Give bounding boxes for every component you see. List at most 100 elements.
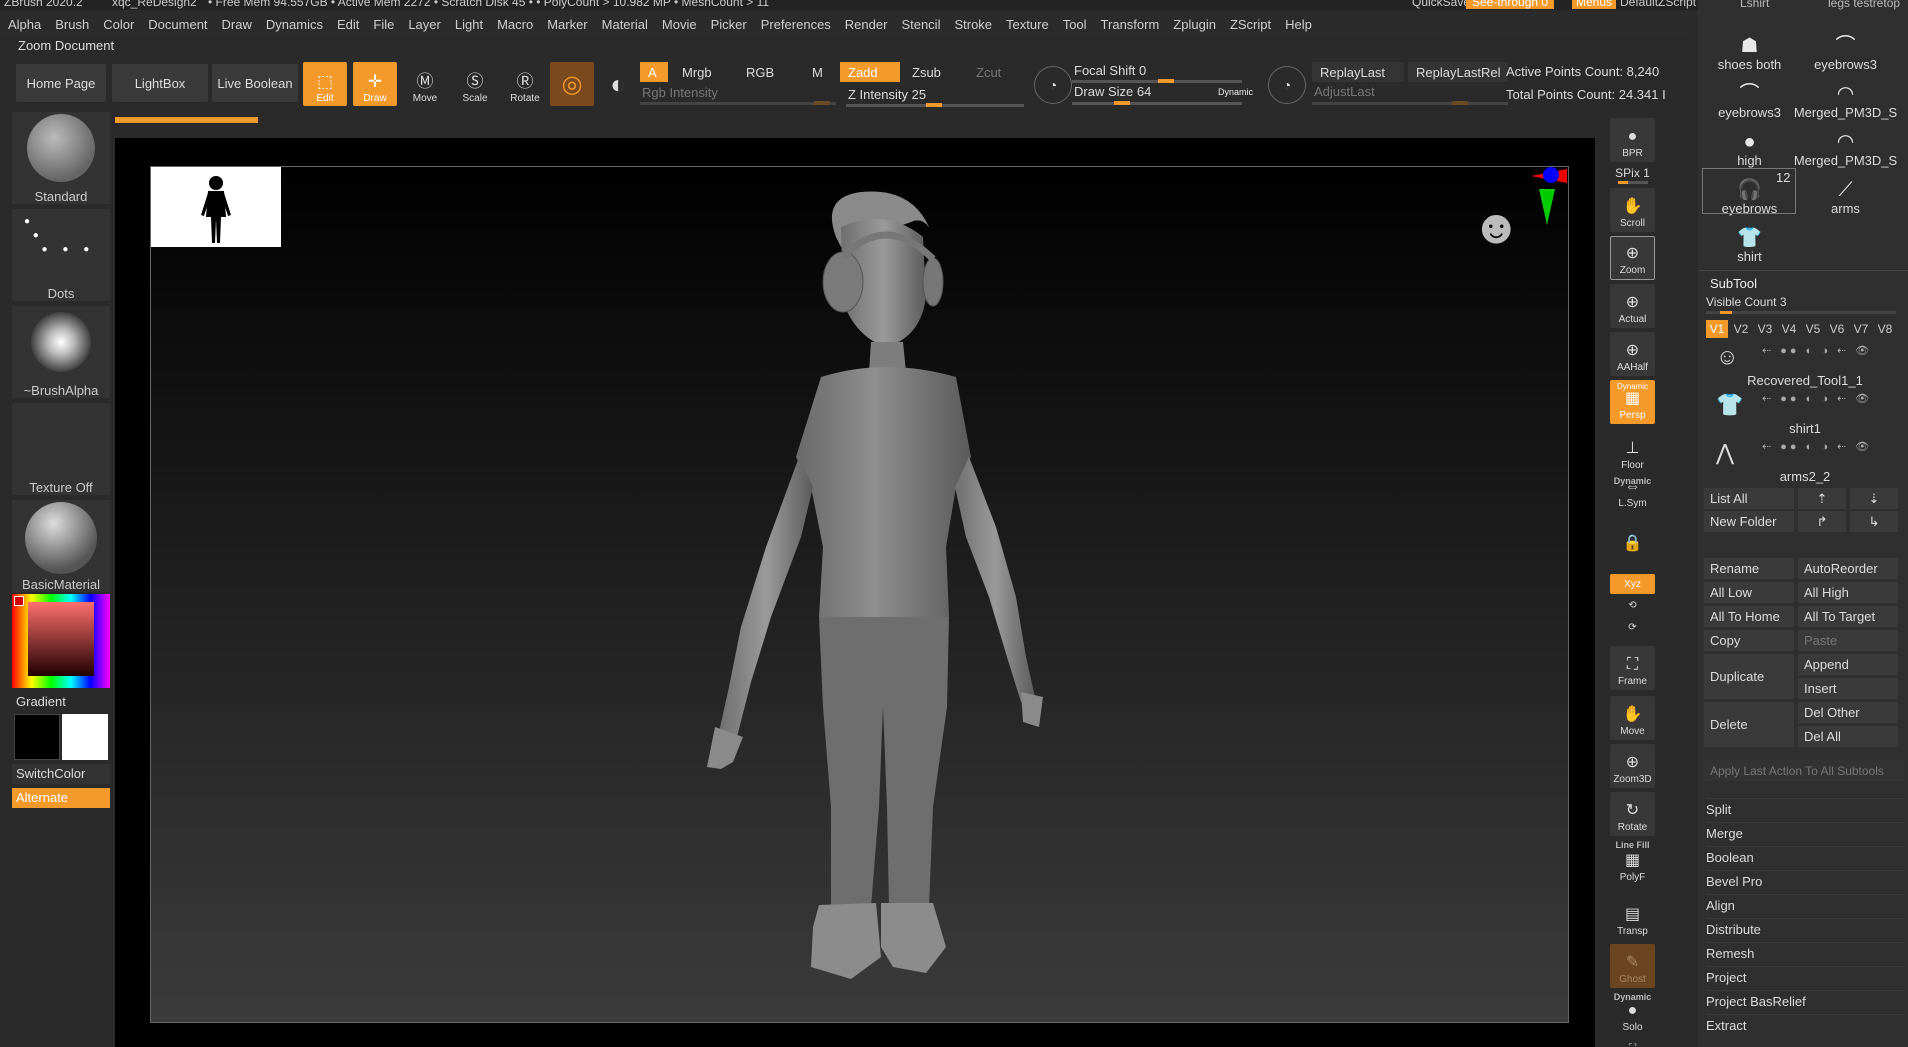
replay-last-button[interactable]: ReplayLast bbox=[1312, 62, 1404, 82]
subtool-row[interactable]: 👕 ⇠ ●● ◐ ◑ ⇠ 👁 shirt1 bbox=[1706, 388, 1904, 436]
auto-reorder-button[interactable]: AutoReorder bbox=[1798, 558, 1898, 579]
folder-down-icon[interactable]: ↳ bbox=[1850, 511, 1898, 532]
persp-button[interactable]: Dynamic ▦ Persp bbox=[1610, 380, 1655, 424]
scale-mode-button[interactable]: Ⓢ Scale bbox=[453, 62, 497, 106]
del-all-button[interactable]: Del All bbox=[1798, 726, 1898, 747]
tool-thumb-merged-pm3d-s[interactable]: ◠ Merged_PM3D_S bbox=[1794, 122, 1897, 168]
version-v2[interactable]: V2 bbox=[1730, 320, 1752, 338]
del-other-button[interactable]: Del Other bbox=[1798, 702, 1898, 723]
rotate-view-button[interactable]: ↻ Rotate bbox=[1610, 792, 1655, 836]
subtool-extract-section[interactable]: Extract bbox=[1706, 1014, 1904, 1036]
tool-thumb-merged-pm3d-s[interactable]: ◠ Merged_PM3D_S bbox=[1794, 74, 1897, 120]
subtool-controls[interactable]: ⇠ ●● ◐ ◑ ⇠ 👁 bbox=[1762, 440, 1872, 453]
brush-picker[interactable]: Standard bbox=[12, 112, 110, 204]
replay-last-rel-button[interactable]: ReplayLastRel bbox=[1408, 62, 1508, 82]
adjust-last-slider[interactable]: AdjustLast bbox=[1314, 84, 1375, 99]
color-picker[interactable] bbox=[12, 594, 110, 688]
rgb-intensity-slider[interactable]: Rgb Intensity bbox=[642, 85, 718, 100]
all-low-button[interactable]: All Low bbox=[1704, 582, 1794, 603]
move-view-button[interactable]: ✋ Move bbox=[1610, 696, 1655, 740]
menu-alpha[interactable]: Alpha bbox=[8, 17, 41, 32]
version-v5[interactable]: V5 bbox=[1802, 320, 1824, 338]
visible-count-slider[interactable]: Visible Count 3 bbox=[1706, 295, 1787, 309]
actual-button[interactable]: ⊕ Actual bbox=[1610, 284, 1655, 328]
version-v1[interactable]: V1 bbox=[1706, 320, 1728, 338]
zoom3d-button[interactable]: ⊕ Zoom3D bbox=[1610, 744, 1655, 788]
menu-texture[interactable]: Texture bbox=[1006, 17, 1049, 32]
menu-stroke[interactable]: Stroke bbox=[954, 17, 992, 32]
main-color-swatch[interactable] bbox=[62, 714, 108, 760]
z-intensity-slider[interactable]: Z Intensity 25 bbox=[848, 87, 926, 102]
draw-mode-button[interactable]: ✛ Draw bbox=[353, 62, 397, 106]
menu-file[interactable]: File bbox=[373, 17, 394, 32]
subtool-remesh-section[interactable]: Remesh bbox=[1706, 942, 1904, 964]
zcut-toggle[interactable]: Zcut bbox=[968, 62, 1018, 82]
copy-button[interactable]: Copy bbox=[1704, 630, 1794, 651]
bpr-button[interactable]: ● BPR bbox=[1610, 118, 1655, 162]
s-radius-icon[interactable]: ◔ bbox=[1034, 66, 1072, 104]
zsub-toggle[interactable]: Zsub bbox=[904, 62, 964, 82]
dynamic-label[interactable]: Dynamic bbox=[1218, 87, 1253, 97]
character-model[interactable] bbox=[671, 187, 1091, 1023]
adjust-last-knob[interactable] bbox=[1452, 101, 1468, 105]
rotate-z-icon[interactable]: ⟳ bbox=[1610, 620, 1655, 638]
apply-last-action-button[interactable]: Apply Last Action To All Subtools bbox=[1704, 760, 1904, 781]
m-toggle[interactable]: M bbox=[804, 62, 834, 82]
stroke-picker[interactable]: ● ● ● ● ● Dots bbox=[12, 209, 110, 301]
all-high-button[interactable]: All High bbox=[1798, 582, 1898, 603]
visible-count-knob[interactable] bbox=[1720, 311, 1732, 314]
aahalf-button[interactable]: ⊕ AAHalf bbox=[1610, 332, 1655, 376]
zadd-toggle[interactable]: Zadd bbox=[840, 62, 900, 82]
version-v4[interactable]: V4 bbox=[1778, 320, 1800, 338]
list-all-button[interactable]: List All bbox=[1704, 488, 1794, 509]
tool-thumb-shoes-both[interactable]: ☗ shoes both bbox=[1702, 26, 1797, 72]
xyz-button[interactable]: Xyz bbox=[1610, 574, 1655, 594]
rotate-mode-button[interactable]: Ⓡ Rotate bbox=[503, 62, 547, 106]
mrgb-toggle[interactable]: Mrgb bbox=[674, 62, 734, 82]
subtool-merge-section[interactable]: Merge bbox=[1706, 822, 1904, 844]
floor-button[interactable]: ⊥ Floor bbox=[1610, 430, 1655, 474]
lsym-button[interactable]: ⇔ L.Sym bbox=[1610, 479, 1655, 512]
edit-mode-button[interactable]: ⬚ Edit bbox=[303, 62, 347, 106]
subtool-controls[interactable]: ⇠ ●● ◐ ◑ ⇠ 👁 bbox=[1762, 344, 1872, 357]
menu-marker[interactable]: Marker bbox=[547, 17, 587, 32]
menu-transform[interactable]: Transform bbox=[1101, 17, 1160, 32]
subtool-project-basrelief-section[interactable]: Project BasRelief bbox=[1706, 990, 1904, 1012]
color-square[interactable] bbox=[28, 602, 94, 676]
all-to-home-button[interactable]: All To Home bbox=[1704, 606, 1794, 627]
subtool-row[interactable]: ⋀ ⇠ ●● ◐ ◑ ⇠ 👁 arms2_2 bbox=[1706, 436, 1904, 484]
paste-button[interactable]: Paste bbox=[1798, 630, 1898, 651]
subtool-project-section[interactable]: Project bbox=[1706, 966, 1904, 988]
menu-help[interactable]: Help bbox=[1285, 17, 1312, 32]
rgb-toggle[interactable]: RGB bbox=[738, 62, 798, 82]
tool-thumb-shirt[interactable]: 👕 shirt bbox=[1702, 218, 1797, 264]
move-mode-button[interactable]: Ⓜ Move bbox=[403, 62, 447, 106]
focal-shift-knob[interactable] bbox=[1158, 79, 1174, 83]
menu-render[interactable]: Render bbox=[845, 17, 888, 32]
menu-color[interactable]: Color bbox=[103, 17, 134, 32]
new-folder-button[interactable]: New Folder bbox=[1704, 511, 1794, 532]
zoom-button[interactable]: ⊕ Zoom bbox=[1610, 236, 1655, 280]
version-v3[interactable]: V3 bbox=[1754, 320, 1776, 338]
expand-icon[interactable]: ⛶ bbox=[1610, 1040, 1655, 1047]
menu-document[interactable]: Document bbox=[148, 17, 207, 32]
quicksave-button[interactable]: QuickSave bbox=[1412, 0, 1470, 9]
tool-thumb-arms[interactable]: ⟋ arms bbox=[1798, 170, 1893, 216]
menu-preferences[interactable]: Preferences bbox=[761, 17, 831, 32]
secondary-color-swatch[interactable] bbox=[14, 714, 60, 760]
tool-thumb-eyebrows3[interactable]: ⌒ eyebrows3 bbox=[1798, 26, 1893, 72]
focal-shift-slider[interactable]: Focal Shift 0 bbox=[1074, 63, 1146, 78]
alternate-button[interactable]: Alternate bbox=[12, 788, 110, 808]
menu-tool[interactable]: Tool bbox=[1063, 17, 1087, 32]
texture-picker[interactable]: Texture Off bbox=[12, 403, 110, 495]
scroll-button[interactable]: ✋ Scroll bbox=[1610, 188, 1655, 232]
menus-toggle[interactable]: Menus bbox=[1572, 0, 1617, 9]
orientation-head-icon[interactable]: ☻ bbox=[1471, 189, 1522, 267]
a-toggle[interactable]: A bbox=[640, 62, 668, 82]
menu-draw[interactable]: Draw bbox=[222, 17, 252, 32]
subtool-bevel-pro-section[interactable]: Bevel Pro bbox=[1706, 870, 1904, 892]
subtool-title[interactable]: SubTool bbox=[1710, 276, 1757, 291]
menu-material[interactable]: Material bbox=[602, 17, 648, 32]
subtool-controls[interactable]: ⇠ ●● ◐ ◑ ⇠ 👁 bbox=[1762, 392, 1872, 405]
material-picker[interactable]: BasicMaterial bbox=[12, 500, 110, 592]
